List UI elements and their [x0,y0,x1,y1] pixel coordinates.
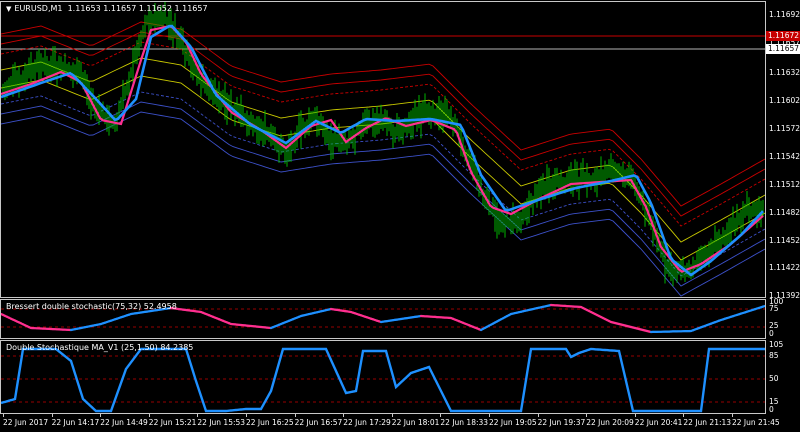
time-label: 22 Jun 19:05 [489,418,537,427]
fast-ma-line [1,25,764,273]
double-stochastic-title: Double Stochastique MA_V1 (25,1.50) 84.2… [6,343,194,352]
double-stochastic-axis-label: 0 [769,405,774,414]
time-tick [537,414,539,417]
time-label: 22 Jun 19:37 [537,418,586,427]
time-tick [489,414,490,417]
chart-title: ▼ EURUSD,M1 1.11653 1.11657 1.11652 1.116… [6,4,208,13]
time-label: 22 Jun 18:33 [440,418,489,427]
price-label: 1.11602 [769,96,800,105]
double-stochastic-axis-label: 105 [769,340,784,349]
time-label: 22 Jun 2017 [3,418,49,427]
time-tick [246,414,247,417]
candlestick-series [2,2,764,287]
chart-symbol: EURUSD,M1 [14,4,63,13]
time-tick [51,414,53,417]
time-label: 22 Jun 21:13 [683,418,732,427]
bid-price-tag: 1.11672 [766,31,800,41]
bressert-axis-label: 75 [769,304,779,313]
chart-ohlc: 1.11653 1.11657 1.11652 1.11657 [67,4,208,13]
time-label: 22 Jun 18:01 [391,418,440,427]
double-stochastic-pane[interactable]: Double Stochastique MA_V1 (25,1.50) 84.2… [0,340,766,414]
time-label: 22 Jun 17:29 [343,418,391,427]
time-tick [343,414,345,417]
price-axis[interactable]: 1.11692 1.11657 1.11632 1.11602 1.11572 1.115… [766,1,800,300]
time-tick [586,414,588,417]
bressert-indicator-pane[interactable]: Bressert double stochastic(75,32) 52.495… [0,299,766,339]
time-label: 22 Jun 20:41 [634,418,683,427]
time-label: 22 Jun 16:25 [246,418,294,427]
time-tick [732,414,733,417]
time-label: 22 Jun 15:53 [197,418,246,427]
price-label: 1.11572 [769,124,800,133]
dropdown-triangle-icon[interactable]: ▼ [6,5,11,13]
price-chart-pane[interactable]: ▼ EURUSD,M1 1.11653 1.11657 1.11652 1.116… [0,1,766,298]
time-label: 22 Jun 14:17 [51,418,100,427]
bressert-title: Bressert double stochastic(75,32) 52.495… [6,302,177,311]
double-stochastic-axis-label: 50 [769,374,779,383]
price-label: 1.11692 [769,10,800,19]
time-tick [440,414,442,417]
bressert-segment [761,304,765,308]
mid-band-lower [1,75,765,261]
time-tick [3,414,4,417]
time-tick [634,414,636,417]
price-label: 1.11632 [769,68,800,77]
time-axis[interactable]: 22 Jun 2017 22 Jun 14:17 22 Jun 14:49 22 Ju… [0,414,800,432]
double-stochastic-axis: 105 85 50 15 0 [766,340,800,414]
time-tick [197,414,199,417]
time-label: 22 Jun 16:57 [294,418,343,427]
time-label: 22 Jun 14:49 [100,418,148,427]
double-stochastic-axis-label: 85 [769,351,779,360]
ask-price-tag: 1.11657 [766,44,800,54]
price-label: 1.11482 [769,208,800,217]
time-tick [148,414,150,417]
price-label: 1.11422 [769,263,800,272]
bressert-axis: 100 75 25 0 [766,297,800,339]
bressert-axis-label: 0 [769,329,774,338]
price-label: 1.11452 [769,236,800,245]
time-tick [391,414,393,417]
price-label: 1.11542 [769,152,800,161]
time-tick [100,414,102,417]
time-label: 22 Jun 21:45 [732,418,780,427]
time-tick [294,414,296,417]
time-tick [683,414,685,417]
time-label: 22 Jun 15:21 [148,418,197,427]
time-label: 22 Jun 20:09 [586,418,634,427]
price-label: 1.11512 [769,180,800,189]
price-chart-canvas [1,2,765,297]
